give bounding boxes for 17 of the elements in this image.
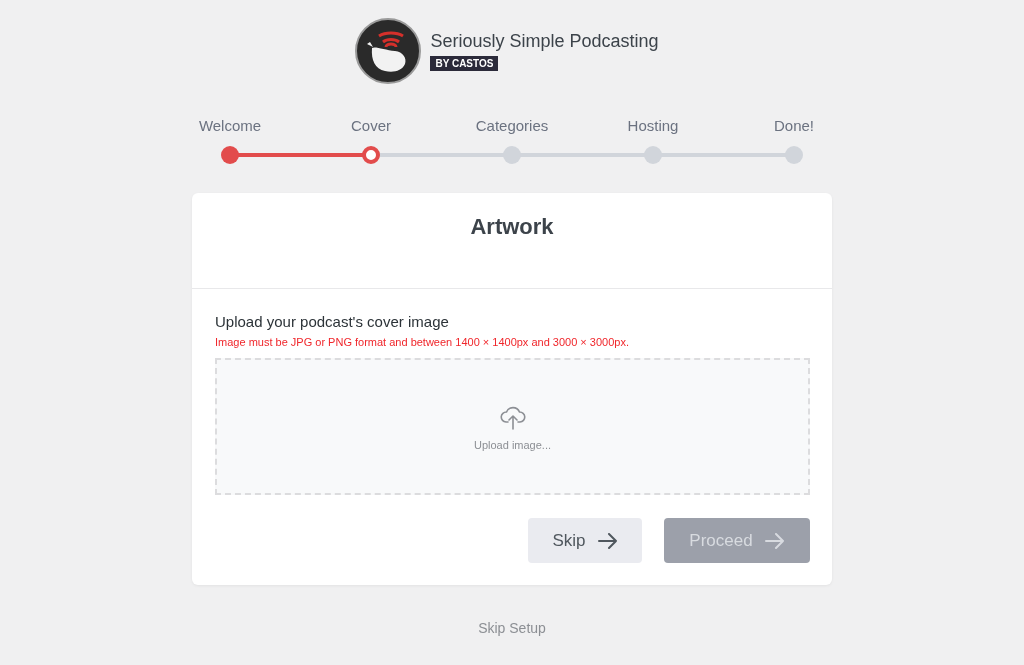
- upload-text: Upload image...: [473, 438, 551, 451]
- arrow-icon: [597, 532, 618, 549]
- hint-text: Image must be JPG or PNG format and between 1400 × 1400px and 3000 × 3000px.: [215, 336, 630, 348]
- upload-dropzone[interactable]: Upload image...: [215, 358, 810, 495]
- brand-name: Seriously Simple Podcasting: [430, 31, 659, 52]
- skip-setup-link[interactable]: Skip Setup: [478, 620, 546, 636]
- skip-button[interactable]: Skip: [528, 518, 642, 563]
- step-label: Done!: [774, 117, 814, 136]
- logo-icon: [355, 18, 422, 84]
- field-label: Upload your podcast's cover image: [215, 313, 450, 330]
- card-title: Artwork: [470, 214, 554, 241]
- step-label: Cover: [351, 117, 391, 136]
- step-label: Hosting: [627, 117, 679, 136]
- arrow-icon: [764, 532, 785, 549]
- step-label: Welcome: [198, 117, 262, 136]
- brand-badge: BY CASTOS: [430, 56, 499, 71]
- step-label: Categories: [475, 117, 549, 136]
